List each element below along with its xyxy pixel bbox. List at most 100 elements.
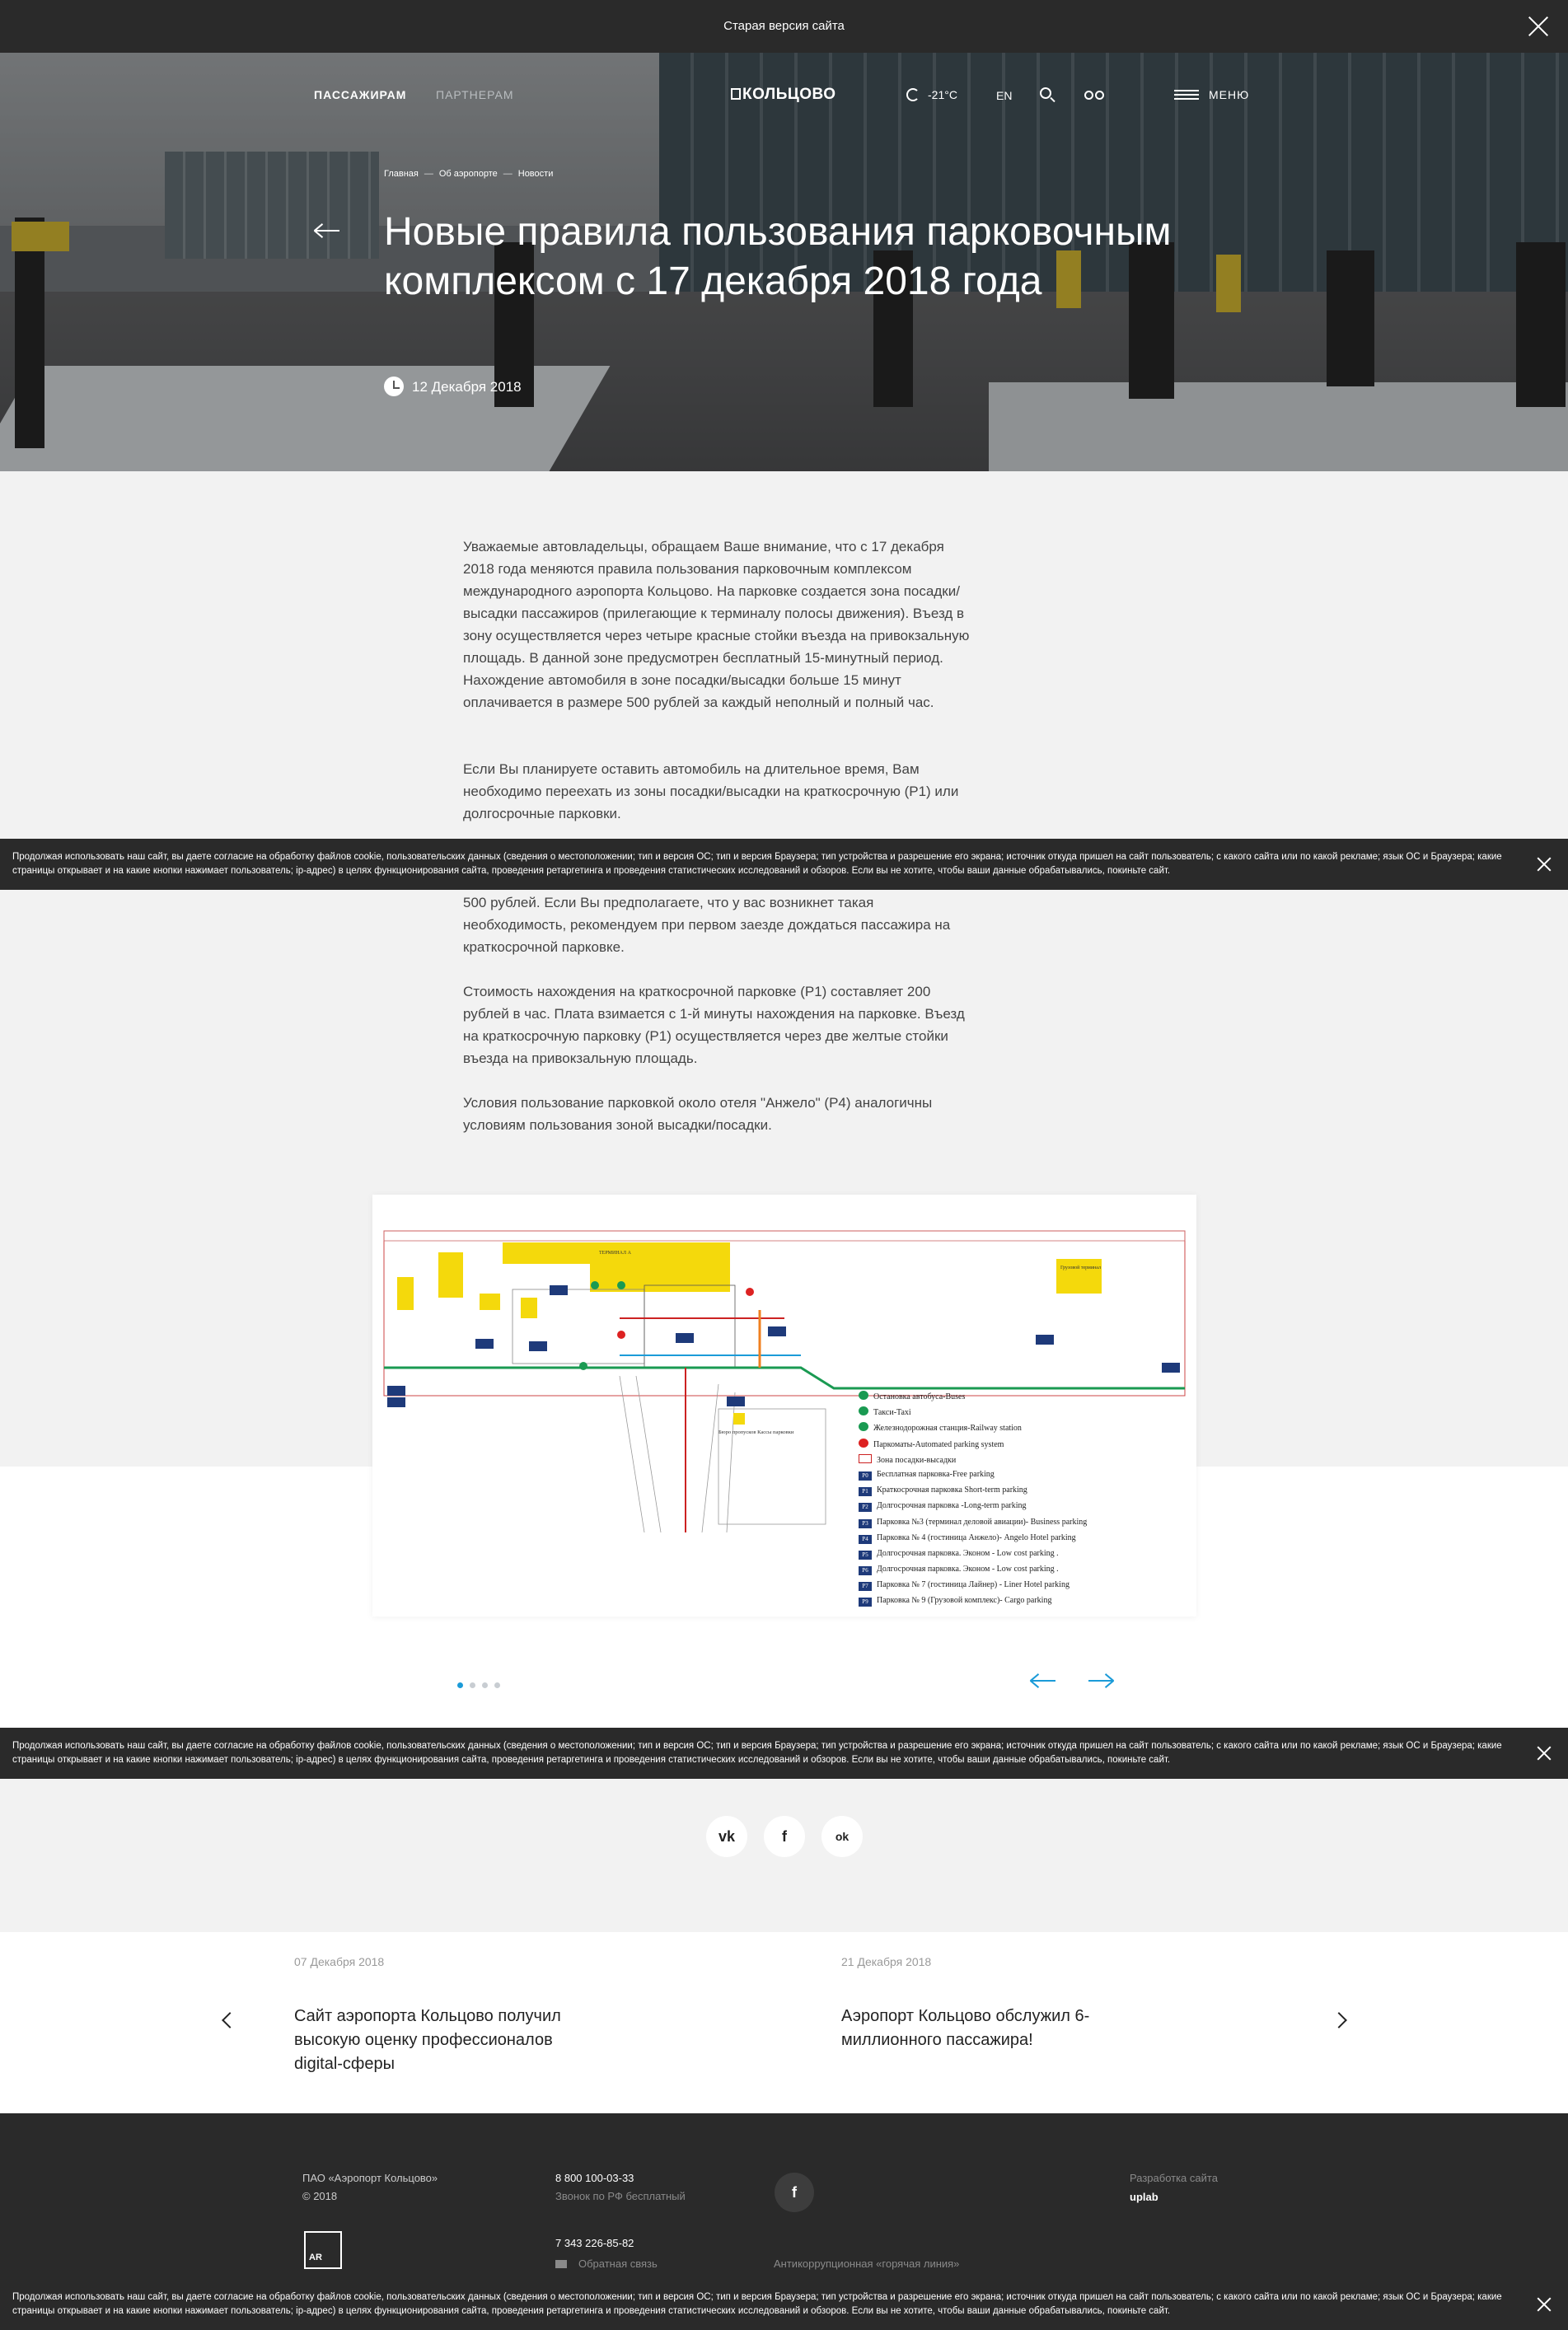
map-legend-swatch: P4: [859, 1534, 872, 1544]
map-legend-item: P5 Долгосрочная парковка. Эконом - Low co…: [859, 1549, 1188, 1565]
footer-phone-second[interactable]: 7 343 226-85-82: [555, 2234, 634, 2253]
facebook-share-icon[interactable]: f: [764, 1816, 805, 1857]
slider-dot[interactable]: [494, 1682, 500, 1688]
article-paragraph: 500 рублей. Если Вы предполагаете, что у…: [463, 895, 951, 955]
accessibility-glasses-icon[interactable]: [1084, 89, 1106, 101]
chevron-right-icon[interactable]: [1331, 2012, 1347, 2028]
map-building: [521, 1298, 537, 1318]
article-paragraph: Если Вы планируете оставить автомобиль н…: [463, 761, 959, 821]
cookie-banner: Продолжая использовать наш сайт, вы дает…: [0, 839, 1568, 890]
slider-dot[interactable]: [470, 1682, 475, 1688]
slider-next-arrow-icon[interactable]: [1087, 1673, 1115, 1689]
odnoklassniki-share-icon[interactable]: ok: [821, 1816, 863, 1857]
close-icon[interactable]: [1537, 857, 1552, 872]
article-paragraph: Стоимость нахождения на краткосрочной па…: [463, 984, 965, 1066]
clock-icon: [384, 377, 404, 396]
map-legend-swatch: P3: [859, 1518, 872, 1528]
developer-link[interactable]: uplab: [1130, 2188, 1158, 2206]
language-switch[interactable]: EN: [996, 89, 1012, 102]
cookie-text: Продолжая использовать наш сайт, вы дает…: [12, 852, 1502, 876]
map-bus-stop-icon: [579, 1362, 587, 1370]
breadcrumb-home[interactable]: Главная: [384, 169, 419, 179]
map-legend-item: P2 Долгосрочная парковка -Long-term parki…: [859, 1501, 1188, 1517]
close-icon[interactable]: [1527, 15, 1550, 38]
footer-phone-note: Звонок по РФ бесплатный: [555, 2190, 686, 2202]
map-parking-p0: [387, 1386, 405, 1396]
related-news-title[interactable]: Сайт аэропорта Кольцово получил высокую …: [294, 2005, 591, 2076]
menu-label: МЕНЮ: [1209, 88, 1250, 101]
cookie-banner: Продолжая использовать наш сайт, вы дает…: [0, 2279, 1568, 2330]
map-legend-swatch: P7: [859, 1582, 872, 1592]
map-legend-item: P0 Бесплатная парковка-Free parking: [859, 1470, 1188, 1485]
feedback-link[interactable]: Обратная связь: [555, 2255, 658, 2273]
related-news: 07 Декабря 2018 Сайт аэропорта Кольцово …: [0, 1932, 1568, 2113]
map-office-marker: [733, 1413, 745, 1425]
vk-share-icon[interactable]: vk: [706, 1816, 747, 1857]
chevron-left-icon[interactable]: [222, 2012, 238, 2028]
menu-button[interactable]: МЕНЮ: [1174, 88, 1249, 101]
related-news-date: 07 Декабря 2018: [294, 1955, 385, 1968]
feedback-label: Обратная связь: [578, 2257, 658, 2270]
anticorruption-link[interactable]: Антикоррупционная «горячая линия»: [774, 2255, 959, 2273]
related-news-item[interactable]: 21 Декабря 2018 Аэропорт Кольцово обслуж…: [841, 1955, 1138, 2052]
map-cargo-terminal: [1056, 1259, 1102, 1294]
old-version-link[interactable]: Старая версия сайта: [0, 19, 1568, 33]
breadcrumb: Главная — Об аэропорте — Новости: [384, 169, 554, 179]
back-arrow-icon[interactable]: [313, 222, 341, 239]
map-legend-swatch: P9: [859, 1598, 872, 1607]
old-version-bar: Старая версия сайта: [0, 0, 1568, 53]
cookie-text: Продолжая использовать наш сайт, вы дает…: [12, 1741, 1502, 1765]
map-legend-swatch: [859, 1453, 872, 1463]
footer-company: ПАО «Аэропорт Кольцово» © 2018: [302, 2169, 438, 2206]
breadcrumb-news[interactable]: Новости: [518, 169, 554, 179]
map-legend-item: Железнодорожная станция-Railway station: [859, 1422, 1188, 1438]
map-legend-text: Бесплатная парковка-Free parking: [877, 1469, 995, 1479]
facebook-icon[interactable]: f: [775, 2173, 814, 2212]
map-legend-text: Остановка автобуса-Buses: [873, 1392, 966, 1401]
map-legend-swatch: [859, 1406, 868, 1416]
map-cargo-label: Грузовой терминал: [1060, 1265, 1101, 1270]
map-route-green: [384, 1366, 1185, 1390]
map-legend-item: Такси-Taxi: [859, 1406, 1188, 1422]
logo-mark-icon: [731, 88, 741, 100]
map-legend-swatch: P2: [859, 1503, 872, 1513]
map-parking-p4: [768, 1326, 786, 1336]
map-parking-p6: [387, 1397, 405, 1407]
map-legend: Остановка автобуса-Buses Такси-Taxi Железн…: [859, 1391, 1188, 1612]
map-parking-machine-icon: [746, 1288, 754, 1296]
map-parking-p9: [1036, 1335, 1054, 1345]
map-legend-text: Парковка № 7 (гостиница Лайнер) - Liner …: [877, 1580, 1070, 1590]
map-legend-item: P3 Парковка №3 (терминал деловой авиации)…: [859, 1518, 1188, 1533]
map-legend-swatch: [859, 1438, 868, 1448]
map-legend-item: P4 Парковка № 4 (гостиница Анжело)- Angel…: [859, 1533, 1188, 1549]
map-legend-text: Парковка № 9 (Грузовой комплекс)- Cargo …: [877, 1596, 1052, 1606]
map-taxi-icon: [591, 1281, 599, 1289]
mail-icon: [555, 2260, 567, 2268]
weather-widget[interactable]: -21°C: [906, 88, 957, 101]
map-building: [397, 1277, 414, 1310]
company-name: ПАО «Аэропорт Кольцово»: [302, 2172, 438, 2184]
related-news-date: 21 Декабря 2018: [841, 1955, 932, 1968]
slider-dot[interactable]: [457, 1682, 463, 1688]
map-legend-swatch: P5: [859, 1550, 872, 1560]
breadcrumb-about[interactable]: Об аэропорте: [439, 169, 498, 179]
map-legend-item: Остановка автобуса-Buses: [859, 1391, 1188, 1406]
map-building: [438, 1252, 463, 1298]
map-legend-text: Паркоматы-Automated parking system: [873, 1439, 1004, 1449]
slider-prev-arrow-icon[interactable]: [1029, 1673, 1057, 1689]
nav-partners[interactable]: ПАРТНЕРАМ: [436, 88, 514, 101]
search-icon[interactable]: [1040, 87, 1055, 103]
nav-passengers[interactable]: ПАССАЖИРАМ: [314, 88, 406, 101]
map-legend-swatch: [859, 1391, 868, 1400]
footer-phone-main[interactable]: 8 800 100-03-33: [555, 2169, 634, 2187]
map-legend-swatch: P6: [859, 1566, 872, 1576]
close-icon[interactable]: [1537, 1746, 1552, 1761]
site-logo[interactable]: КОЛЬЦОВО: [731, 86, 836, 104]
related-news-item[interactable]: 07 Декабря 2018 Сайт аэропорта Кольцово …: [294, 1955, 591, 2076]
map-legend-item: Паркоматы-Automated parking system: [859, 1438, 1188, 1454]
close-icon[interactable]: [1537, 2297, 1552, 2312]
slider-dot[interactable]: [482, 1682, 488, 1688]
ar-logo[interactable]: AR: [304, 2231, 342, 2269]
related-news-title[interactable]: Аэропорт Кольцово обслужил 6-миллионного…: [841, 2005, 1138, 2052]
map-building: [480, 1294, 500, 1310]
